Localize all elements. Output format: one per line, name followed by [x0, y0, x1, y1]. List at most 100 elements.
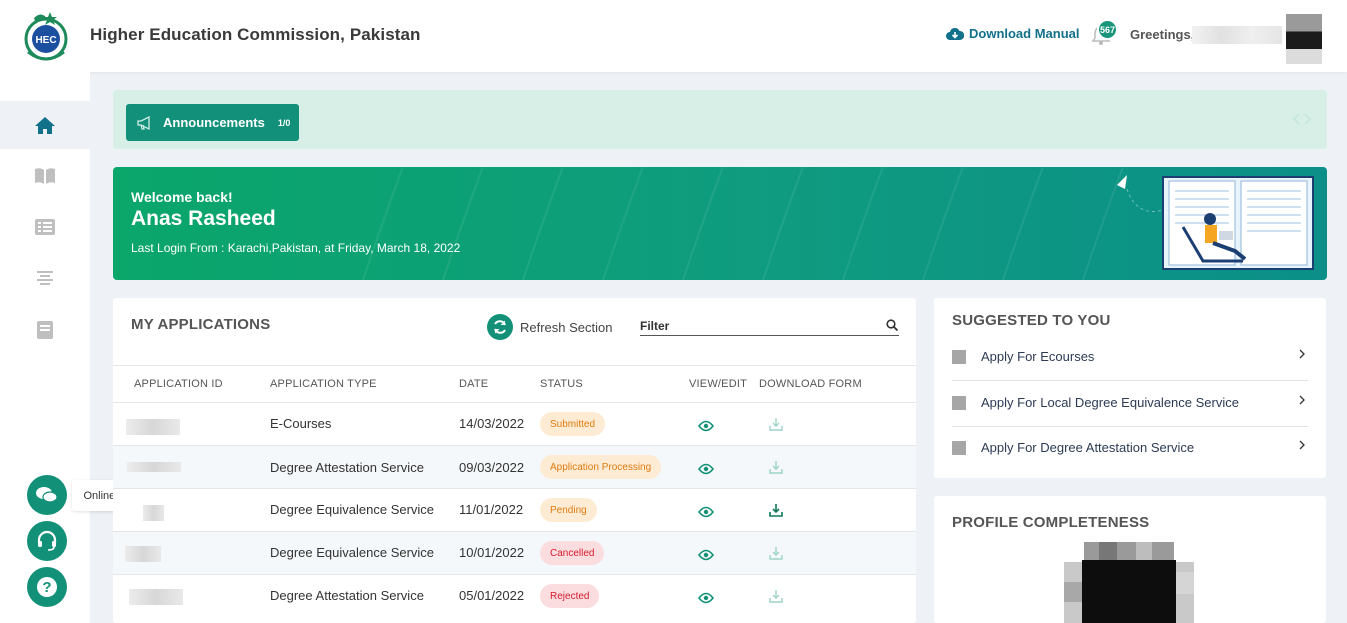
help-button[interactable]: ? — [27, 567, 67, 607]
download-manual-link[interactable]: Download Manual — [946, 26, 1080, 41]
column-header-view-edit: VIEW/EDIT — [689, 378, 748, 390]
hec-logo[interactable]: HEC — [20, 8, 72, 64]
refresh-label: Refresh Section — [520, 319, 613, 335]
sidebar-item-home[interactable] — [0, 101, 90, 149]
download-icon[interactable] — [769, 546, 783, 560]
filter-input[interactable] — [640, 316, 899, 336]
application-type: Degree Attestation Service — [270, 460, 424, 475]
announcements-button[interactable]: Announcements 1/0 — [126, 104, 299, 141]
application-date: 14/03/2022 — [459, 416, 525, 431]
application-date: 10/01/2022 — [459, 545, 525, 560]
align-center-icon — [37, 271, 53, 285]
application-type: Degree Attestation Service — [270, 588, 424, 603]
application-type: E-Courses — [270, 416, 332, 431]
status-badge: Cancelled — [540, 541, 605, 565]
sidebar-item-documents[interactable] — [0, 306, 90, 354]
suggestion-label: Apply For Local Degree Equivalence Servi… — [981, 395, 1239, 410]
svg-text:?: ? — [42, 579, 51, 596]
application-id-redacted — [127, 462, 181, 472]
my-applications-card: MY APPLICATIONS Refresh Section APPLICAT… — [113, 298, 916, 623]
megaphone-icon — [137, 115, 150, 130]
book-icon — [35, 168, 55, 184]
application-type: Degree Equivalence Service — [270, 545, 435, 560]
support-button[interactable] — [27, 521, 67, 561]
table-row[interactable]: E-Courses 14/03/2022 Submitted — [113, 402, 916, 445]
suggestion-thumbnail — [952, 349, 966, 364]
download-icon[interactable] — [769, 503, 783, 517]
applications-title: MY APPLICATIONS — [131, 316, 271, 333]
welcome-text: Welcome back! — [131, 189, 233, 205]
announcements-bar: Announcements 1/0 — [113, 90, 1327, 149]
announcements-label: Announcements — [163, 115, 265, 130]
notification-badge[interactable]: 567 — [1097, 19, 1118, 40]
table-row[interactable]: Degree Equivalence Service 10/01/2022 Ca… — [113, 531, 916, 574]
last-login-info: Last Login From : Karachi,Pakistan, at F… — [131, 241, 461, 255]
application-date: 09/03/2022 — [459, 460, 525, 475]
avatar[interactable] — [1286, 14, 1322, 64]
announcements-count: 1/0 — [277, 117, 291, 128]
sidebar-item-applications[interactable] — [0, 203, 90, 251]
suggestion-label: Apply For Degree Attestation Service — [981, 440, 1195, 455]
suggestion-thumbnail — [952, 440, 966, 455]
application-id-redacted — [125, 546, 161, 562]
svg-text:HEC: HEC — [35, 35, 56, 46]
suggested-card: SUGGESTED TO YOU Apply For Ecourses Appl… — [934, 298, 1326, 478]
suggested-title: SUGGESTED TO YOU — [952, 312, 1111, 329]
notebook-icon — [37, 321, 53, 339]
search-icon[interactable] — [886, 319, 898, 331]
column-header-date: DATE — [459, 378, 489, 390]
announcement-nav-arrows[interactable] — [1291, 111, 1313, 127]
greeting-label: Greetings, — [1130, 27, 1195, 42]
suggestion-local-degree-equivalence[interactable]: Apply For Local Degree Equivalence Servi… — [952, 380, 1308, 425]
eye-icon[interactable] — [698, 420, 714, 432]
column-header-application-id: APPLICATION ID — [134, 378, 223, 390]
application-id-redacted — [126, 419, 180, 435]
download-icon[interactable] — [769, 417, 783, 431]
suggestion-label: Apply For Ecourses — [981, 349, 1095, 364]
sidebar-item-reports[interactable] — [0, 254, 90, 302]
suggestion-ecourses[interactable]: Apply For Ecourses — [952, 334, 1308, 379]
status-badge: Pending — [540, 498, 597, 522]
chevron-right-icon — [1299, 440, 1305, 450]
table-row[interactable]: Degree Attestation Service 09/03/2022 Ap… — [113, 445, 916, 488]
user-name: Anas Rasheed — [131, 207, 276, 230]
eye-icon[interactable] — [698, 463, 714, 475]
suggestion-degree-attestation[interactable]: Apply For Degree Attestation Service — [952, 425, 1308, 470]
top-header: HEC Higher Education Commission, Pakista… — [0, 0, 1347, 72]
suggestion-thumbnail — [952, 395, 966, 410]
application-type: Degree Equivalence Service — [270, 502, 435, 517]
refresh-section-button[interactable]: Refresh Section — [487, 314, 613, 340]
welcome-banner: Welcome back! Anas Rasheed Last Login Fr… — [113, 167, 1327, 280]
profile-chart-redacted — [1064, 542, 1194, 623]
column-header-status: STATUS — [540, 378, 583, 390]
reading-illustration — [1117, 175, 1314, 270]
chevron-right-icon — [1299, 395, 1305, 405]
download-icon[interactable] — [769, 460, 783, 474]
eye-icon[interactable] — [698, 592, 714, 604]
table-row[interactable]: Degree Equivalence Service 11/01/2022 Pe… — [113, 488, 916, 531]
application-date: 11/01/2022 — [459, 502, 524, 517]
list-icon — [35, 219, 55, 235]
eye-icon[interactable] — [698, 506, 714, 518]
download-manual-label: Download Manual — [969, 26, 1080, 41]
download-icon[interactable] — [769, 589, 783, 603]
status-badge: Submitted — [540, 412, 606, 436]
user-name-redacted — [1192, 26, 1282, 44]
profile-completeness-title: PROFILE COMPLETENESS — [952, 514, 1150, 531]
cloud-download-icon — [946, 27, 964, 40]
online-chat-button[interactable] — [27, 475, 67, 515]
app-title: Higher Education Commission, Pakistan — [90, 25, 421, 44]
question-icon: ? — [37, 577, 57, 597]
application-id-redacted — [129, 589, 183, 605]
column-header-download-form: DOWNLOAD FORM — [759, 378, 862, 390]
table-row[interactable]: Degree Attestation Service 05/01/2022 Re… — [113, 574, 916, 617]
eye-icon[interactable] — [698, 549, 714, 561]
home-icon — [35, 117, 55, 134]
profile-completeness-card: PROFILE COMPLETENESS — [934, 496, 1326, 623]
headset-icon — [37, 530, 57, 551]
sidebar-item-courses[interactable] — [0, 152, 90, 200]
application-date: 05/01/2022 — [459, 588, 525, 603]
refresh-icon — [487, 314, 513, 340]
application-id-redacted — [143, 505, 164, 521]
header-divider — [113, 365, 916, 366]
